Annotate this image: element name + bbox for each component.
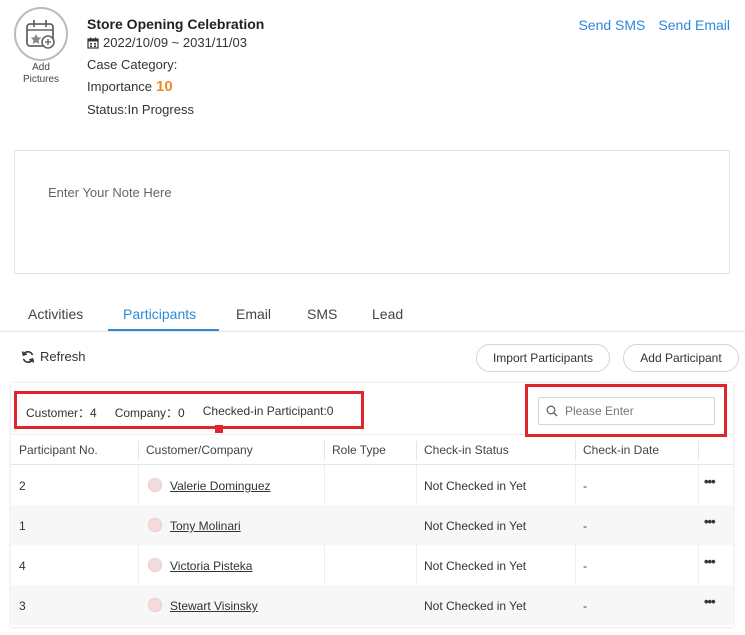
avatar bbox=[148, 558, 162, 572]
avatar bbox=[148, 518, 162, 532]
case-status: Status:In Progress bbox=[87, 102, 194, 117]
col-checkin-date[interactable]: Check-in Date bbox=[583, 443, 659, 457]
header-actions: Send SMS Send Email bbox=[578, 17, 730, 33]
checkin-status: Not Checked in Yet bbox=[424, 479, 527, 493]
add-pictures[interactable]: Add Pictures bbox=[14, 7, 68, 86]
tab-bar: Activities Participants Email SMS Lead bbox=[0, 298, 745, 332]
checkin-status: Not Checked in Yet bbox=[424, 559, 527, 573]
more-actions-icon[interactable]: ••• bbox=[704, 514, 716, 529]
table-row[interactable]: 4 Victoria Pisteka Not Checked in Yet - … bbox=[11, 545, 733, 585]
row-divider bbox=[138, 465, 139, 505]
date-range-text: 2022/10/09 ~ 2031/11/03 bbox=[103, 35, 247, 50]
tab-sms[interactable]: SMS bbox=[307, 306, 337, 322]
col-divider bbox=[138, 441, 139, 460]
checkin-status: Not Checked in Yet bbox=[424, 519, 527, 533]
importance: Importance 10 bbox=[87, 78, 173, 95]
tab-activities[interactable]: Activities bbox=[28, 306, 83, 322]
checkin-status: Not Checked in Yet bbox=[424, 599, 527, 613]
row-divider bbox=[416, 465, 417, 505]
highlight-marker bbox=[215, 425, 223, 433]
participant-no: 1 bbox=[19, 519, 26, 533]
participant-no: 3 bbox=[19, 599, 26, 613]
refresh-button[interactable]: Refresh bbox=[21, 349, 86, 364]
case-category: Case Category: bbox=[87, 57, 178, 72]
col-customer-company[interactable]: Customer/Company bbox=[146, 443, 253, 457]
col-divider bbox=[416, 441, 417, 460]
participant-no: 2 bbox=[19, 479, 26, 493]
active-tab-indicator bbox=[108, 329, 219, 331]
col-divider bbox=[575, 441, 576, 460]
calendar-icon bbox=[87, 37, 99, 49]
importance-value: 10 bbox=[156, 78, 173, 95]
table-row[interactable]: 1 Tony Molinari Not Checked in Yet - ••• bbox=[11, 505, 733, 545]
row-divider bbox=[138, 545, 139, 585]
participant-no: 4 bbox=[19, 559, 26, 573]
col-checkin-status[interactable]: Check-in Status bbox=[424, 443, 509, 457]
search-highlight-box bbox=[525, 384, 727, 437]
tab-lead[interactable]: Lead bbox=[372, 306, 403, 322]
checkin-date: - bbox=[583, 479, 587, 493]
more-actions-icon[interactable]: ••• bbox=[704, 474, 716, 489]
add-participant-button[interactable]: Add Participant bbox=[623, 344, 739, 372]
row-divider bbox=[698, 545, 699, 585]
send-sms-link[interactable]: Send SMS bbox=[578, 17, 645, 33]
table-row[interactable]: 2 Valerie Dominguez Not Checked in Yet -… bbox=[11, 465, 733, 505]
col-divider bbox=[698, 441, 699, 460]
row-divider bbox=[575, 465, 576, 505]
refresh-icon bbox=[21, 350, 35, 363]
avatar bbox=[148, 598, 162, 612]
tab-participants[interactable]: Participants bbox=[123, 306, 196, 322]
row-divider bbox=[575, 545, 576, 585]
customer-name-link[interactable]: Stewart Visinsky bbox=[170, 599, 258, 613]
tab-email[interactable]: Email bbox=[236, 306, 271, 322]
col-participant-no[interactable]: Participant No. bbox=[19, 443, 98, 457]
checkin-date: - bbox=[583, 559, 587, 573]
checkin-date: - bbox=[583, 599, 587, 613]
row-divider bbox=[416, 545, 417, 585]
refresh-label: Refresh bbox=[40, 349, 86, 364]
row-divider bbox=[324, 465, 325, 505]
stats-highlight-box bbox=[14, 391, 364, 429]
calendar-add-icon[interactable] bbox=[14, 7, 68, 61]
row-divider bbox=[698, 465, 699, 505]
customer-name-link[interactable]: Valerie Dominguez bbox=[170, 479, 271, 493]
importance-label: Importance bbox=[87, 79, 153, 94]
more-actions-icon[interactable]: ••• bbox=[704, 554, 716, 569]
row-divider bbox=[324, 545, 325, 585]
table-header: Participant No. Customer/Company Role Ty… bbox=[11, 434, 733, 465]
add-pictures-label: Add Pictures bbox=[22, 62, 60, 85]
import-participants-button[interactable]: Import Participants bbox=[476, 344, 610, 372]
case-title: Store Opening Celebration bbox=[87, 16, 265, 32]
col-role-type[interactable]: Role Type bbox=[332, 443, 386, 457]
avatar bbox=[148, 478, 162, 492]
table-row[interactable]: 3 Stewart Visinsky Not Checked in Yet - … bbox=[11, 585, 733, 625]
note-placeholder: Enter Your Note Here bbox=[48, 185, 172, 200]
checkin-date: - bbox=[583, 519, 587, 533]
case-header: Add Pictures Store Opening Celebration 2… bbox=[0, 0, 745, 130]
customer-name-link[interactable]: Tony Molinari bbox=[170, 519, 241, 533]
date-range: 2022/10/09 ~ 2031/11/03 bbox=[87, 35, 247, 50]
more-actions-icon[interactable]: ••• bbox=[704, 594, 716, 609]
note-editor[interactable]: Enter Your Note Here bbox=[14, 150, 730, 274]
col-divider bbox=[324, 441, 325, 460]
send-email-link[interactable]: Send Email bbox=[658, 17, 730, 33]
customer-name-link[interactable]: Victoria Pisteka bbox=[170, 559, 252, 573]
participants-table: Participant No. Customer/Company Role Ty… bbox=[11, 434, 733, 625]
